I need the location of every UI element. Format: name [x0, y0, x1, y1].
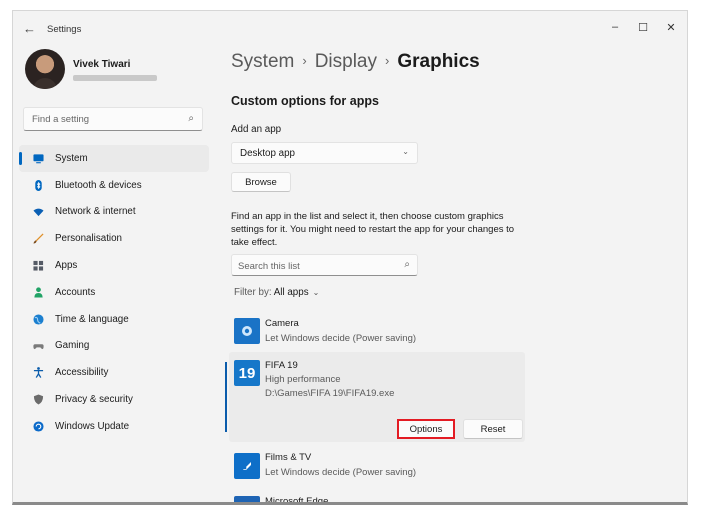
sidebar-item-label: Time & language — [55, 313, 129, 325]
sidebar-item-personalisation[interactable]: Personalisation — [19, 225, 209, 252]
sidebar-item-windows-update[interactable]: Windows Update — [19, 413, 209, 440]
find-setting-search[interactable]: ⌕ — [23, 107, 203, 131]
settings-window: ← Settings – ☐ ✕ Vivek Tiwari ⌕ System B… — [12, 10, 688, 505]
find-setting-input[interactable] — [32, 112, 182, 127]
camera-icon — [234, 318, 260, 344]
breadcrumb-system[interactable]: System — [231, 51, 294, 72]
apps-icon — [33, 260, 44, 271]
sidebar-item-label: Accessibility — [55, 367, 109, 379]
add-app-label: Add an app — [231, 124, 282, 135]
chevron-down-icon: ⌄ — [312, 288, 320, 297]
app-name: Camera — [265, 318, 299, 329]
sidebar-item-label: Network & internet — [55, 206, 136, 218]
filter-dropdown[interactable]: Filter by: All apps ⌄ — [234, 287, 319, 298]
sidebar-item-label: Apps — [55, 260, 78, 272]
app-graphics-setting: High performance — [265, 374, 341, 385]
sidebar-item-label: Bluetooth & devices — [55, 179, 142, 191]
window-title: Settings — [47, 24, 82, 35]
search-list-input[interactable] — [238, 259, 388, 273]
gamepad-icon — [33, 341, 44, 352]
films-tv-icon — [234, 453, 260, 479]
sidebar-item-bluetooth[interactable]: Bluetooth & devices — [19, 172, 209, 199]
breadcrumb-display[interactable]: Display — [315, 51, 377, 72]
app-graphics-setting: Let Windows decide (Power saving) — [265, 467, 417, 478]
sidebar-item-time-language[interactable]: Time & language — [19, 306, 209, 333]
monitor-icon — [33, 153, 44, 164]
accessibility-icon — [33, 367, 44, 379]
reset-button[interactable]: Reset — [463, 419, 523, 439]
maximize-button[interactable]: ☐ — [629, 17, 657, 37]
sidebar-item-label: Windows Update — [55, 420, 130, 432]
info-text: Find an app in the list and select it, t… — [231, 211, 515, 248]
filter-label: Filter by: — [234, 287, 272, 298]
sidebar-item-network[interactable]: Network & internet — [19, 199, 209, 226]
bluetooth-icon — [33, 179, 44, 191]
sidebar-nav: System Bluetooth & devices Network & int… — [19, 145, 209, 440]
sidebar-item-label: Personalisation — [55, 233, 122, 245]
sidebar-item-label: Gaming — [55, 340, 90, 352]
chevron-right-icon: › — [302, 53, 307, 68]
sidebar-item-accessibility[interactable]: Accessibility — [19, 359, 209, 386]
redacted-email — [73, 75, 157, 81]
sidebar-item-label: Accounts — [55, 286, 96, 298]
app-name: FIFA 19 — [265, 360, 298, 371]
back-arrow-icon[interactable]: ← — [23, 21, 36, 36]
sidebar-item-accounts[interactable]: Accounts — [19, 279, 209, 306]
app-graphics-setting: Let Windows decide (Power saving) — [265, 333, 417, 344]
sidebar-item-label: Privacy & security — [55, 394, 133, 406]
breadcrumb: System › Display › Graphics — [231, 51, 480, 73]
sidebar-item-privacy[interactable]: Privacy & security — [19, 386, 209, 413]
filter-value: All apps — [273, 287, 309, 298]
app-name: Films & TV — [265, 452, 312, 463]
search-list-box[interactable]: ⌕ — [231, 254, 418, 276]
search-icon[interactable]: ⌕ — [404, 259, 410, 270]
page-title: Graphics — [397, 51, 480, 72]
update-icon — [33, 421, 44, 432]
app-item-camera[interactable]: Camera Let Windows decide (Power saving) — [229, 313, 525, 353]
sidebar-item-label: System — [55, 152, 88, 164]
globe-icon — [33, 314, 44, 325]
app-item-fifa[interactable]: 19 FIFA 19 High performance D:\Games\FIF… — [225, 352, 525, 442]
minimize-button[interactable]: – — [601, 17, 629, 37]
shield-icon — [33, 394, 44, 405]
user-name: Vivek Tiwari — [73, 59, 131, 70]
app-path: D:\Games\FIFA 19\FIFA19.exe — [265, 388, 395, 399]
avatar[interactable] — [25, 49, 65, 89]
app-name: Microsoft Edge — [265, 496, 329, 505]
app-type-dropdown[interactable]: Desktop app ⌄ — [231, 142, 418, 164]
title-bar: ← Settings – ☐ ✕ — [13, 11, 687, 47]
close-button[interactable]: ✕ — [657, 17, 685, 37]
app-type-value: Desktop app — [240, 148, 296, 159]
app-item-films-tv[interactable]: Films & TV Let Windows decide (Power sav… — [229, 448, 525, 488]
person-icon — [33, 287, 44, 298]
section-title: Custom options for apps — [231, 94, 379, 108]
edge-icon — [234, 496, 260, 502]
chevron-right-icon: › — [385, 53, 390, 68]
brush-icon — [33, 233, 44, 244]
sidebar-item-gaming[interactable]: Gaming — [19, 333, 209, 360]
browse-button[interactable]: Browse — [231, 172, 291, 192]
app-item-edge[interactable]: Microsoft Edge — [229, 493, 525, 505]
fifa-19-icon: 19 — [234, 360, 260, 386]
search-icon[interactable]: ⌕ — [188, 113, 194, 124]
sidebar-item-apps[interactable]: Apps — [19, 252, 209, 279]
wifi-icon — [33, 207, 44, 218]
options-button[interactable]: Options — [397, 419, 455, 439]
sidebar-item-system[interactable]: System — [19, 145, 209, 172]
chevron-down-icon: ⌄ — [402, 147, 409, 156]
